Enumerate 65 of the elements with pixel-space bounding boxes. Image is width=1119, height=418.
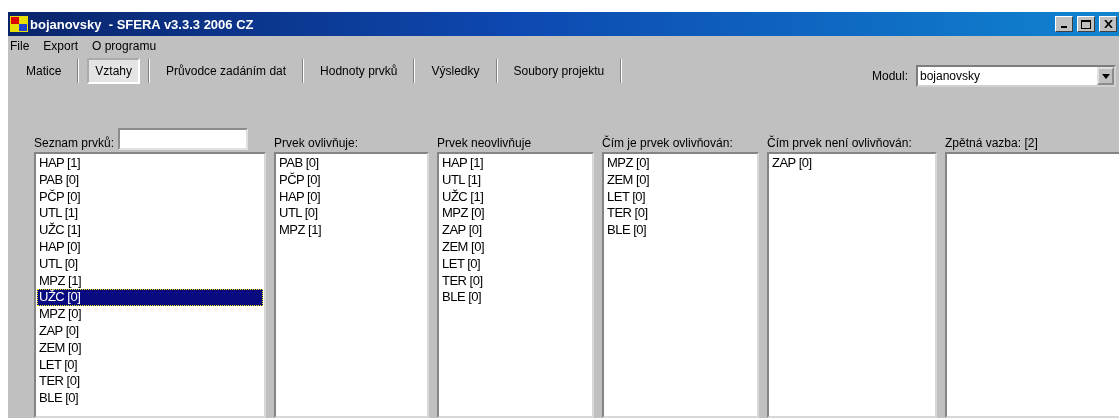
list-item[interactable]: UTL [0] [37, 255, 263, 273]
list-label: Čím prvek není ovlivňován: [767, 136, 912, 150]
list-item[interactable]: BLE [0] [37, 390, 263, 407]
list-label: Prvek neovlivňuje [437, 136, 532, 150]
list-item[interactable]: UŽC [1] [440, 188, 591, 206]
filter-field[interactable] [118, 128, 249, 150]
list-label: Zpětná vazba: [2] [945, 136, 1038, 150]
list-item[interactable]: PAB [0] [277, 155, 426, 172]
list-item[interactable]: ZEM [0] [440, 239, 591, 256]
list-label: Čím je prvek ovlivňován: [602, 136, 733, 150]
list-item[interactable]: UŽC [0] [37, 289, 263, 307]
list-box[interactable]: HAP [1] UTL [1] UŽC [1] MPZ [0] ZAP [0] ZEM [0] LET [0] TER [0] BLE [0] [437, 152, 594, 418]
list-item[interactable]: MPZ [1] [277, 222, 426, 239]
list-item[interactable]: UTL [0] [277, 205, 426, 223]
list-item[interactable]: PČP [0] [277, 171, 426, 189]
menu-item[interactable]: File [10, 39, 30, 53]
list-box[interactable]: ZAP [0] [767, 152, 937, 418]
list-item[interactable]: TER [0] [440, 272, 591, 290]
list-item[interactable]: HAP [0] [37, 239, 263, 256]
list-item[interactable]: ZAP [0] [440, 222, 591, 239]
list-label: Prvek ovlivňuje: [274, 136, 359, 150]
list-item[interactable]: PČP [0] [37, 188, 263, 206]
list-item[interactable]: UŽC [1] [37, 222, 263, 239]
maximize-button[interactable] [1077, 16, 1095, 32]
list-item[interactable]: ZAP [0] [770, 155, 934, 172]
list-box[interactable]: HAP [1] PAB [0] PČP [0] UTL [1] UŽC [1] HAP [0] UTL [0] MPZ [1] UŽC [0] MPZ [0] ZAP [0] ZEM [0] LET [0] TER [0] BLE [0] [34, 152, 266, 418]
list-item[interactable]: ZEM [0] [37, 339, 263, 357]
list-label: Seznam prvků: [34, 136, 115, 150]
tab[interactable]: Průvodce zadáním dat [158, 58, 295, 84]
list-item[interactable]: TER [0] [605, 205, 756, 223]
menu-item[interactable]: Export [43, 39, 79, 53]
list-item[interactable]: UTL [1] [37, 205, 263, 223]
tab[interactable]: Výsledky [423, 58, 488, 84]
tab[interactable]: Matice [18, 58, 70, 84]
list-item[interactable]: LET [0] [440, 255, 591, 273]
module-label: Modul: [871, 69, 908, 83]
list-item[interactable]: MPZ [0] [37, 306, 263, 323]
list-item[interactable]: ZAP [0] [37, 322, 263, 340]
list-item[interactable]: BLE [0] [605, 222, 756, 239]
tab[interactable]: Hodnoty prvků [312, 58, 406, 84]
list-box[interactable]: PAB [0] PČP [0] HAP [0] UTL [0] MPZ [1] [274, 152, 429, 418]
tab[interactable]: Soubory projektu [505, 58, 613, 84]
list-item[interactable]: MPZ [0] [440, 205, 591, 223]
close-button[interactable] [1099, 16, 1117, 32]
list-item[interactable]: LET [0] [37, 356, 263, 374]
tab[interactable]: Vztahy [87, 58, 141, 84]
list-item[interactable]: ZEM [0] [605, 171, 756, 189]
list-item[interactable]: MPZ [0] [605, 155, 756, 172]
list-item[interactable]: BLE [0] [440, 289, 591, 307]
minimize-button[interactable] [1055, 16, 1073, 32]
menu-item[interactable]: O programu [92, 39, 157, 53]
list-item[interactable]: UTL [1] [440, 171, 591, 189]
window-title: bojanovsky - SFERA v3.3.3 2006 CZ [30, 16, 255, 32]
list-item[interactable]: MPZ [1] [37, 272, 263, 290]
list-item[interactable]: HAP [0] [277, 188, 426, 206]
close-icon [1103, 20, 1113, 28]
module-dropdown[interactable]: bojanovsky [916, 65, 1116, 87]
list-box[interactable]: MPZ [0] ZEM [0] LET [0] TER [0] BLE [0] [602, 152, 759, 418]
list-item[interactable]: LET [0] [605, 188, 756, 206]
list-item[interactable]: TER [0] [37, 373, 263, 391]
maximize-icon [1081, 19, 1091, 29]
list-item[interactable]: HAP [1] [37, 155, 263, 172]
app-icon [10, 16, 28, 32]
list-item[interactable]: HAP [1] [440, 155, 591, 172]
list-item[interactable]: PAB [0] [37, 171, 263, 189]
